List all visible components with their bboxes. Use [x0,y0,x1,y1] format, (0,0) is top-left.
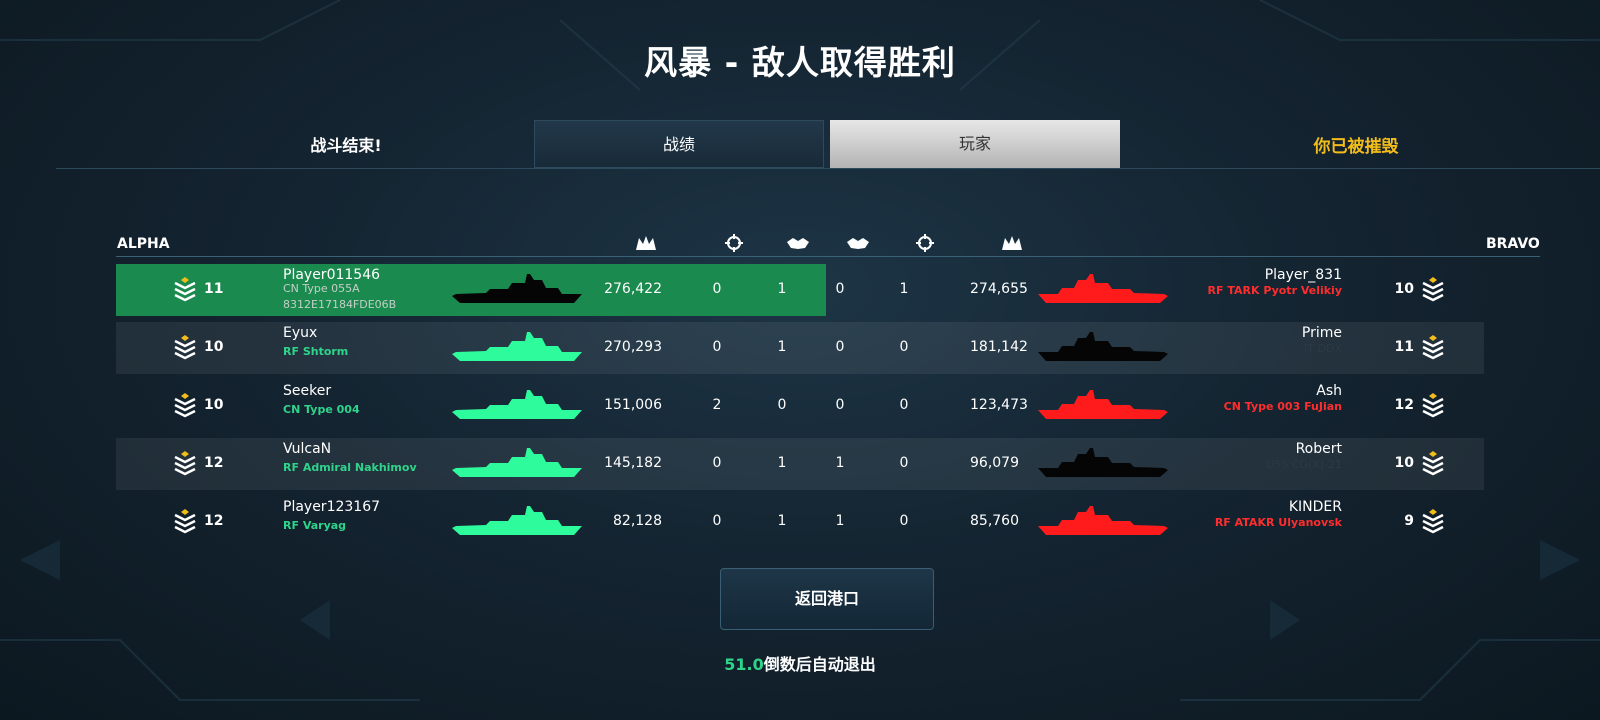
rank-number: 11 [204,281,224,297]
crosshair-icon [916,234,934,252]
left-assists: 0 [777,397,787,413]
rank-number: 12 [1394,397,1414,413]
scoreboard-row[interactable]: 11 Player011546 CN Type 055A 8312E17184FDE0… [116,264,1444,316]
page-title: 风暴 - 敌人取得胜利 [644,43,956,82]
right-kills: 0 [899,397,909,413]
ship-name: RF Shtorm [283,345,349,358]
rank-icon [174,509,196,534]
left-score: 151,006 [604,397,662,413]
right-assists: 0 [835,281,845,297]
player-name: Eyux [283,325,318,341]
damage-icon [636,236,656,250]
right-assists: 0 [835,397,845,413]
auto-exit-countdown: 51.0倒数后自动退出 [0,651,1600,675]
left-kills: 0 [712,513,722,529]
ship-silhouette [452,506,582,535]
scoreboard-row[interactable]: 10 Seeker CN Type 004 151,006 2 0 0 0 123,473 Ash… [116,380,1484,432]
tab-players[interactable]: 玩家 [830,120,1120,168]
ship-name: USS CG(X)-21 [1266,458,1342,471]
rank-number: 10 [1394,281,1414,297]
right-kills: 0 [899,513,909,529]
ship-name: IT DDX [1304,342,1342,355]
player-name: Player123167 [283,499,381,515]
crosshair-icon [725,234,743,252]
ship-silhouette [452,274,582,303]
ship-name: RF TARK Pyotr Velikiy [1207,284,1342,297]
rank-number: 11 [1394,339,1414,355]
rank-number: 10 [204,339,224,355]
player-name: Seeker [283,383,332,399]
countdown-text: 倒数后自动退出 [763,655,876,674]
rank-icon [1422,509,1444,534]
left-score: 145,182 [604,455,662,471]
team-bravo-label: BRAVO [1486,236,1540,252]
table-header-divider [116,256,1540,257]
battle-end-label: 战斗结束! [310,136,382,155]
rank-number: 12 [204,513,224,529]
ship-name: RF Varyag [283,519,347,532]
ship-id: 8312E17184FDE06B [283,298,397,311]
ship-name: RF ATAKR Ulyanovsk [1214,516,1342,529]
handshake-icon [787,238,809,249]
ship-silhouette [452,390,582,419]
player-name: Player_831 [1264,267,1342,283]
rank-number: 10 [1394,455,1414,471]
ship-name: CN Type 003 FuJian [1223,400,1342,413]
player-name: VulcaN [283,441,332,457]
left-score: 270,293 [604,339,662,355]
right-kills: 0 [899,455,909,471]
return-to-port-button[interactable]: 返回港口 [720,568,934,630]
left-kills: 0 [712,455,722,471]
tab-bar: 战斗结束! 战绩 玩家 你已被摧毁 [56,118,1600,169]
handshake-icon [847,238,869,249]
scoreboard-row[interactable]: 12 VulcaN RF Admiral Nakhimov 145,182 0 1 1 0 96… [116,438,1484,490]
rank-number: 12 [204,455,224,471]
player-name: Prime [1301,325,1342,341]
left-assists: 1 [777,455,787,471]
player-name: Player011546 [283,267,381,283]
scoreboard-row[interactable]: 10 Eyux RF Shtorm 270,293 0 1 0 0 181,142 Prime IT… [116,322,1484,374]
rank-icon [174,451,196,476]
scoreboard-row[interactable]: 12 Player123167 RF Varyag 82,128 0 1 1 0 85,760 K… [116,496,1484,548]
ship-silhouette [452,332,582,361]
ship-name: CN Type 004 [283,403,360,416]
left-assists: 1 [777,339,787,355]
rank-number: 10 [204,397,224,413]
left-assists: 1 [777,513,787,529]
right-assists: 0 [835,339,845,355]
right-assists: 1 [835,513,845,529]
player-name: Ash [1316,383,1342,399]
countdown-seconds: 51.0 [724,655,764,674]
ship-silhouette [452,448,582,477]
left-score: 82,128 [613,513,662,529]
right-kills: 1 [899,281,909,297]
right-assists: 1 [835,455,845,471]
rank-icon [1422,277,1444,302]
right-kills: 0 [899,339,909,355]
tab-stats[interactable]: 战绩 [534,120,824,168]
rank-icon [174,277,196,302]
rank-number: 9 [1404,513,1414,529]
rank-icon [1422,393,1444,418]
ship-name: RF Admiral Nakhimov [283,461,417,474]
left-kills: 0 [712,339,722,355]
team-alpha-label: ALPHA [117,236,170,252]
player-name: KINDER [1288,499,1342,515]
destroyed-label: 你已被摧毁 [1313,137,1399,157]
rank-icon [174,393,196,418]
damage-icon [1002,236,1022,250]
rank-icon [1422,451,1444,476]
rank-icon [174,335,196,360]
player-name: Robert [1295,441,1342,457]
left-kills: 0 [712,281,722,297]
ship-name: CN Type 055A [283,282,360,295]
left-score: 276,422 [604,281,662,297]
left-kills: 2 [712,397,722,413]
left-assists: 1 [777,281,787,297]
rank-icon [1422,335,1444,360]
